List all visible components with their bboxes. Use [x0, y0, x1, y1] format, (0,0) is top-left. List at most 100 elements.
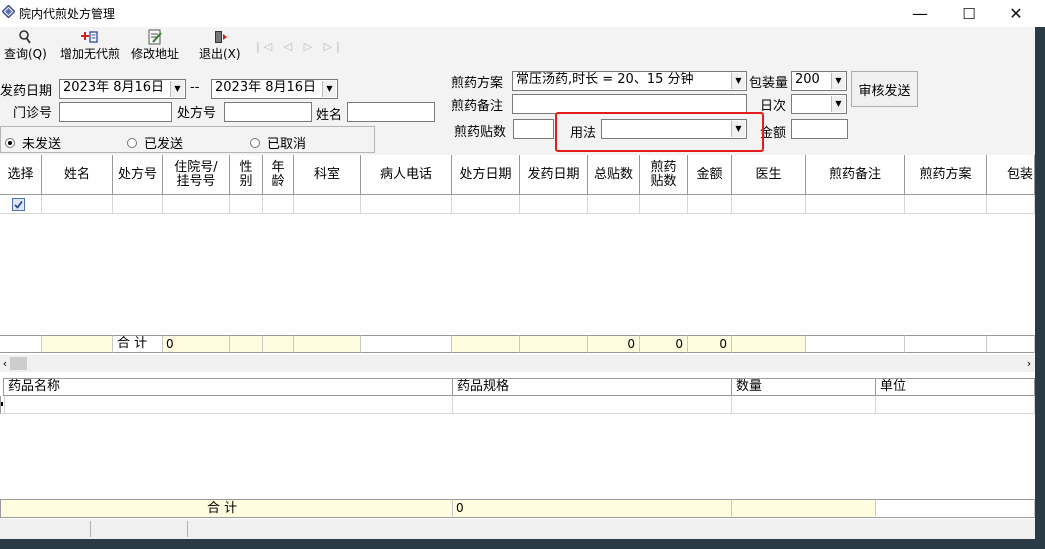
column-header[interactable]: 病人电话: [361, 155, 452, 195]
total-amount: 0: [688, 335, 732, 353]
table-cell[interactable]: [5, 396, 453, 414]
table-cell[interactable]: [640, 195, 688, 214]
radio-dot-icon: [250, 137, 260, 148]
chevron-down-icon[interactable]: ▼: [831, 73, 845, 89]
decoct-doses-input[interactable]: [513, 119, 554, 139]
table-cell[interactable]: [732, 396, 876, 414]
total-cell: [987, 335, 1035, 353]
chevron-down-icon[interactable]: ▼: [322, 81, 336, 97]
chevron-down-icon[interactable]: ▼: [831, 96, 845, 112]
table-cell[interactable]: [732, 195, 806, 214]
radio-unsent-label: 未发送: [22, 137, 62, 152]
table-cell[interactable]: [263, 195, 294, 214]
table-cell[interactable]: [452, 195, 520, 214]
status-radio-group: 未发送 已发送 已取消: [0, 126, 375, 153]
column-header[interactable]: 药品名称: [3, 378, 453, 396]
review-send-button[interactable]: 审核发送: [851, 71, 918, 107]
column-header[interactable]: 性 别: [230, 155, 263, 195]
column-header[interactable]: 姓名: [42, 155, 113, 195]
table-cell[interactable]: [294, 195, 361, 214]
search-person-icon: [19, 30, 32, 44]
daily-select[interactable]: ▼: [791, 94, 847, 114]
status-divider: [187, 521, 188, 537]
column-header[interactable]: 药品规格: [453, 378, 732, 396]
name-input[interactable]: [347, 102, 435, 122]
scroll-left-arrow-icon[interactable]: ‹: [0, 355, 10, 372]
column-header[interactable]: 总贴数: [588, 155, 640, 195]
modify-address-button[interactable]: 修改地址: [131, 29, 179, 62]
table-cell[interactable]: [113, 195, 163, 214]
table-cell[interactable]: [688, 195, 732, 214]
column-header[interactable]: 住院号/ 挂号号: [163, 155, 230, 195]
exit-button[interactable]: 退出(X): [199, 29, 241, 62]
maximize-button[interactable]: ☐: [946, 0, 992, 27]
column-header[interactable]: 煎药备注: [806, 155, 905, 195]
table-cell[interactable]: [361, 195, 452, 214]
decoct-plan-select[interactable]: 常压汤药,时长 = 20、15 分钟 ▼: [512, 71, 747, 91]
table-cell[interactable]: [520, 195, 588, 214]
scrollbar-thumb[interactable]: [10, 357, 27, 370]
prescription-grid[interactable]: 选择 姓名 处方号 住院号/ 挂号号 性 别 年 龄 科室 病人电话 处方日期 …: [0, 155, 1035, 355]
column-header[interactable]: 煎药 贴数: [640, 155, 688, 195]
add-no-decoction-button[interactable]: 增加无代煎: [60, 29, 120, 62]
chevron-down-icon[interactable]: ▼: [170, 81, 184, 97]
decoct-note-input[interactable]: [512, 94, 747, 114]
table-cell[interactable]: [876, 396, 1035, 414]
table-cell[interactable]: [905, 195, 987, 214]
table-cell[interactable]: [987, 195, 1035, 214]
radio-unsent[interactable]: 未发送: [5, 133, 61, 152]
column-header[interactable]: 处方号: [113, 155, 163, 195]
radio-sent-label: 已发送: [144, 137, 184, 152]
clinic-no-input[interactable]: [59, 102, 172, 122]
rx-no-input[interactable]: [224, 102, 312, 122]
close-button[interactable]: ✕: [993, 0, 1039, 27]
decoct-plan-label: 煎药方案: [451, 76, 504, 91]
package-select[interactable]: 200 ▼: [791, 71, 847, 91]
column-header[interactable]: 发药日期: [520, 155, 588, 195]
dispense-date-label: 发药日期: [0, 84, 53, 99]
decoct-doses-label: 煎药贴数: [454, 125, 507, 140]
scroll-right-arrow-icon[interactable]: ›: [1023, 355, 1035, 372]
table-cell[interactable]: [0, 195, 42, 214]
medicine-detail-grid[interactable]: 药品名称 药品规格 数量 单位 合 计 0: [0, 372, 1035, 519]
column-header[interactable]: 处方日期: [452, 155, 520, 195]
edit-address-icon: [148, 29, 162, 45]
total-label: 合 计: [113, 335, 163, 353]
radio-sent[interactable]: 已发送: [127, 133, 183, 152]
table-cell[interactable]: [588, 195, 640, 214]
package-label: 包装量: [749, 76, 789, 91]
table-cell[interactable]: [806, 195, 905, 214]
radio-dot-icon: [5, 137, 15, 148]
table-cell[interactable]: [230, 195, 263, 214]
column-header[interactable]: 医生: [732, 155, 806, 195]
table-cell[interactable]: [453, 396, 732, 414]
minimize-button[interactable]: —: [897, 0, 943, 27]
clinic-no-label: 门诊号: [13, 106, 53, 121]
column-header[interactable]: 包装: [987, 155, 1035, 195]
amount-input[interactable]: [791, 119, 848, 139]
package-value: 200: [795, 72, 820, 87]
desktop-background: [0, 539, 1045, 549]
horizontal-scrollbar[interactable]: ‹ ›: [0, 355, 1035, 372]
column-header[interactable]: 数量: [732, 378, 876, 396]
column-header[interactable]: 年 龄: [263, 155, 294, 195]
column-header[interactable]: 选择: [0, 155, 42, 195]
radio-cancelled[interactable]: 已取消: [250, 133, 306, 152]
checkbox-checked-icon[interactable]: [12, 198, 25, 211]
exit-door-icon: [214, 31, 227, 43]
table-cell[interactable]: [42, 195, 113, 214]
column-header[interactable]: 煎药方案: [905, 155, 987, 195]
status-bar: [0, 519, 1035, 539]
total-cell: [294, 335, 361, 353]
chevron-down-icon[interactable]: ▼: [731, 73, 745, 89]
query-button[interactable]: 查询(Q): [4, 29, 47, 62]
date-from-picker[interactable]: 2023年 8月16日 ▼: [59, 79, 186, 99]
column-header[interactable]: 金额: [688, 155, 732, 195]
radio-dot-icon: [127, 137, 137, 148]
table-cell[interactable]: [163, 195, 230, 214]
date-to-picker[interactable]: 2023年 8月16日 ▼: [211, 79, 338, 99]
column-header[interactable]: 单位: [876, 378, 1035, 396]
record-navigation-arrows[interactable]: |◁ ◁ ▷ ▷|: [256, 40, 344, 53]
date-to-value: 2023年 8月16日: [215, 80, 317, 95]
column-header[interactable]: 科室: [294, 155, 361, 195]
